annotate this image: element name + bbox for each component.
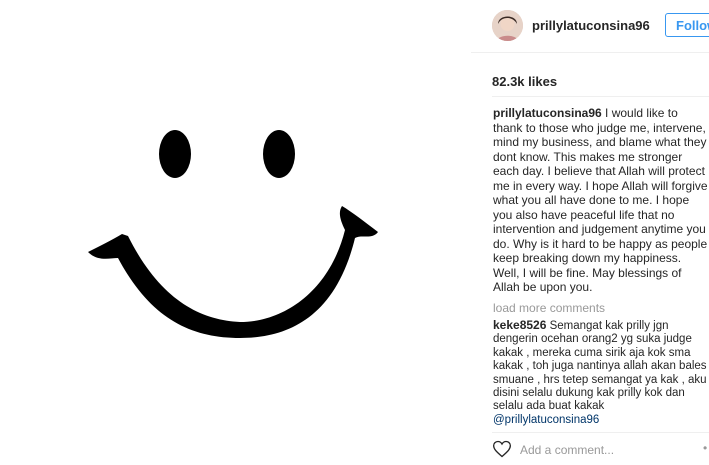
caption: prillylatuconsina96 I would like to than… [493,106,709,295]
comments-section: prillylatuconsina96 I would like to than… [493,106,709,427]
follow-button[interactable]: Follow [665,13,709,37]
avatar[interactable] [492,10,523,41]
caption-author[interactable]: prillylatuconsina96 [493,106,602,120]
comment-footer: Add a comment... • [492,432,709,465]
add-comment-input[interactable]: Add a comment... [520,443,614,457]
caption-text: I would like to thank to those who judge… [493,106,708,294]
smile-mouth [88,206,378,338]
comment-author[interactable]: keke8526 [493,318,546,332]
avatar-image [492,10,523,41]
load-more-comments[interactable]: load more comments [493,301,709,316]
post-image[interactable] [0,0,470,465]
heart-icon[interactable] [492,439,512,459]
post-sidebar: prillylatuconsina96 Follow 82.3k likes p… [471,0,709,465]
post-header: prillylatuconsina96 Follow [471,0,709,53]
right-eye [263,130,295,178]
comment-mention[interactable]: @prillylatuconsina96 [493,414,599,426]
divider [492,96,709,97]
header-username[interactable]: prillylatuconsina96 [532,18,650,33]
left-eye [159,130,191,178]
smiley-face-drawing [88,130,378,338]
comment-item: keke8526 Semangat kak prilly jgn dengeri… [493,318,709,427]
more-options-icon[interactable]: • [703,441,707,455]
likes-count[interactable]: 82.3k likes [492,74,557,89]
comment-text: Semangat kak prilly jgn dengerin ocehan … [493,320,707,413]
